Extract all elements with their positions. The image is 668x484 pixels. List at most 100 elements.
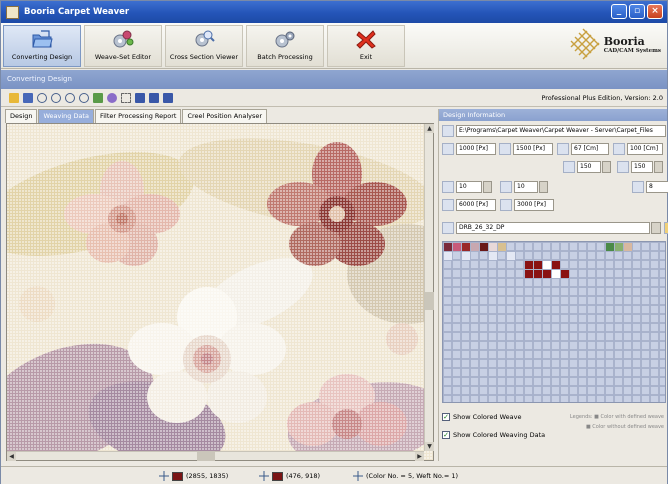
density-a-stepper[interactable] [602, 161, 611, 173]
logo-name: Booria [603, 34, 645, 48]
tab-filter-processing-report[interactable]: Filter Processing Report [94, 109, 182, 123]
weave-set-open-icon[interactable] [664, 222, 668, 234]
count-b-stepper[interactable] [539, 181, 548, 193]
tool-strip: Professional Plus Edition, Version: 2.0 [1, 90, 667, 107]
design-position-value: (2855, 1835) [186, 472, 229, 480]
width-px-field[interactable]: 1000 [Px] [456, 143, 496, 155]
batch-processing-button[interactable]: Batch Processing [246, 25, 324, 67]
view-tabs: Design Weaving Data Filter Processing Re… [5, 109, 268, 123]
density-a-icon [563, 161, 575, 173]
grid-icon[interactable] [135, 93, 145, 103]
show-colored-weave-checkbox[interactable]: ✓ Show Colored Weave [442, 413, 522, 421]
width-px-icon [442, 143, 454, 155]
minimize-button[interactable]: _ [611, 4, 627, 19]
height-cm-icon [613, 143, 625, 155]
weave-matrix-cells [443, 242, 665, 402]
scroll-left-icon[interactable]: ◀ [7, 452, 16, 461]
booria-logo-mark-icon [570, 28, 600, 60]
gears-icon [113, 30, 134, 48]
red-x-icon [356, 30, 376, 49]
show-colored-weave-label: Show Colored Weave [453, 413, 522, 421]
density-b-icon [617, 161, 629, 173]
design-information-panel: Design Information E:\Programs\Carpet We… [438, 109, 668, 461]
zoom-fit-icon[interactable] [79, 93, 89, 103]
pointer-icon[interactable] [93, 93, 103, 103]
booria-logo: Booria CAD/CAM Systems [567, 27, 661, 61]
zoom-icon[interactable] [37, 93, 47, 103]
title-bar[interactable]: Booria Carpet Weaver _ ▫ × [1, 1, 667, 23]
maximize-button[interactable]: ▫ [629, 4, 645, 19]
tab-design[interactable]: Design [5, 109, 38, 123]
horizontal-scrollbar[interactable]: ◀ ▶ [7, 451, 424, 461]
window-title: Booria Carpet Weaver [24, 7, 130, 17]
count-b-field[interactable]: 10 [514, 181, 538, 193]
count-a-stepper[interactable] [483, 181, 492, 193]
crosshair-icon [159, 471, 169, 481]
height-cm-field[interactable]: 100 [Cm] [627, 143, 663, 155]
width-cm-field[interactable]: 67 [Cm] [571, 143, 609, 155]
panel-title: Design Information [439, 109, 667, 121]
density-b-stepper[interactable] [654, 161, 663, 173]
vertical-scroll-thumb[interactable] [425, 292, 434, 310]
weaving-canvas[interactable] [6, 123, 434, 461]
width-cm-icon [557, 143, 569, 155]
converting-design-button[interactable]: Converting Design [3, 25, 81, 67]
show-colored-weaving-data-checkbox[interactable]: ✓ Show Colored Weaving Data [442, 431, 545, 439]
weave-set-editor-button[interactable]: Weave-Set Editor [84, 25, 162, 67]
weave-position-value: (476, 918) [286, 472, 321, 480]
tab-weaving-data[interactable]: Weaving Data [38, 109, 94, 123]
density-a-field[interactable]: 150 [577, 161, 601, 173]
batch-processing-label: Batch Processing [257, 53, 313, 61]
cross-section-viewer-label: Cross Section Viewer [169, 53, 239, 61]
weave-set-dropdown-icon[interactable] [651, 222, 661, 234]
carpet-pattern-image [7, 124, 433, 460]
height-px-field[interactable]: 1500 [Px] [513, 143, 553, 155]
count-b-icon [500, 181, 512, 193]
select-icon[interactable] [121, 93, 131, 103]
cross-section-viewer-button[interactable]: Cross Section Viewer [165, 25, 243, 67]
zoom-out-icon[interactable] [65, 93, 75, 103]
weave-matrix-grid[interactable] [442, 241, 666, 403]
show-colored-weave-check-icon[interactable]: ✓ [442, 413, 450, 421]
converting-design-label: Converting Design [11, 53, 73, 61]
edition-label: Professional Plus Edition, Version: 2.0 [541, 94, 663, 102]
grid-merge-icon[interactable] [163, 93, 173, 103]
scroll-down-icon[interactable]: ▼ [425, 442, 434, 451]
tab-creel-position-analyser[interactable]: Creel Position Analyser [182, 109, 268, 123]
weave-set-icon [442, 222, 454, 234]
horizontal-scroll-thumb[interactable] [197, 452, 215, 461]
vertical-scrollbar[interactable]: ▲ ▼ [424, 124, 434, 451]
gear-magnifier-icon [195, 30, 215, 47]
status-weave-position: (476, 918) [259, 471, 320, 481]
exit-button[interactable]: Exit [327, 25, 405, 67]
height-px-icon [499, 143, 511, 155]
status-bar: (2855, 1835) (476, 918) (Color No. = 5, … [1, 466, 667, 484]
close-button[interactable]: × [647, 4, 663, 19]
total-b-field[interactable]: 3000 [Px] [514, 199, 554, 211]
crosshair-icon [353, 471, 363, 481]
count-a-icon [442, 181, 454, 193]
status-color-info: (Color No. = 5, Weft No.= 1) [353, 471, 458, 481]
legend-undefined: ■ Color without defined weave [585, 424, 664, 430]
main-toolbar: Converting Design Weave-Set Editor Cross… [1, 23, 667, 69]
color-info-value: (Color No. = 5, Weft No.= 1) [366, 472, 459, 480]
logo-subtitle: CAD/CAM Systems [603, 47, 661, 54]
open-folder-icon[interactable] [9, 93, 19, 103]
target-icon[interactable] [107, 93, 117, 103]
grid-split-icon[interactable] [149, 93, 159, 103]
gears-batch-icon [275, 31, 295, 48]
colors-field[interactable]: 8 [646, 181, 668, 193]
colors-icon [632, 181, 644, 193]
show-colored-weaving-data-check-icon[interactable]: ✓ [442, 431, 450, 439]
weave-set-select[interactable]: DRB_26_32_DP [456, 222, 650, 234]
save-icon[interactable] [23, 93, 33, 103]
total-b-icon [500, 199, 512, 211]
total-a-field[interactable]: 6000 [Px] [456, 199, 496, 211]
scroll-right-icon[interactable]: ▶ [415, 452, 424, 461]
path-field[interactable]: E:\Programs\Carpet Weaver\Carpet Weaver … [456, 125, 666, 137]
zoom-in-icon[interactable] [51, 93, 61, 103]
legend-defined: Legends: ■ Color with defined weave [569, 414, 664, 420]
count-a-field[interactable]: 10 [456, 181, 482, 193]
density-b-field[interactable]: 150 [631, 161, 653, 173]
scroll-up-icon[interactable]: ▲ [425, 124, 434, 133]
